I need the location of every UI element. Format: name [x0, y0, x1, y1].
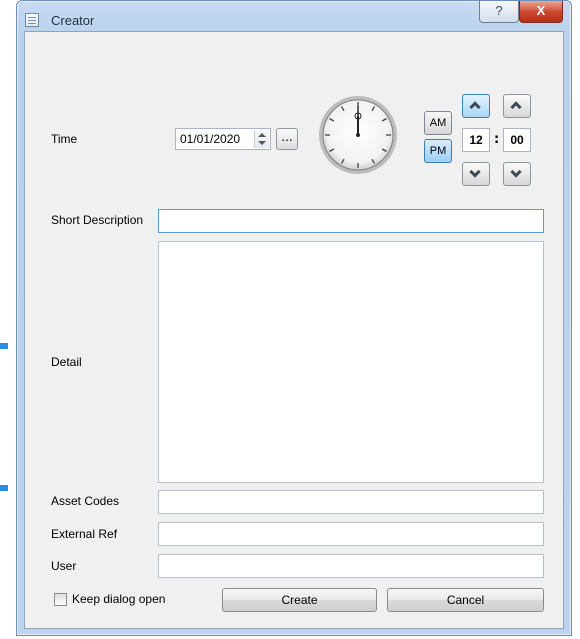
help-button[interactable]: ?: [479, 1, 519, 23]
pm-button[interactable]: PM: [424, 139, 452, 163]
background-marker-top: [0, 343, 8, 349]
external-ref-input[interactable]: [158, 522, 544, 546]
detail-label: Detail: [51, 355, 82, 369]
hour-up-button[interactable]: [462, 94, 490, 118]
minute-field[interactable]: 00: [503, 128, 531, 152]
minute-up-button[interactable]: [503, 94, 531, 118]
asset-codes-label: Asset Codes: [51, 494, 120, 508]
time-separator: :: [494, 132, 500, 147]
chevron-up-icon: [469, 101, 481, 113]
date-picker-button[interactable]: ...: [276, 128, 298, 150]
chevron-down-icon: [469, 166, 481, 178]
window-title: Creator: [51, 13, 95, 28]
keep-dialog-open-label[interactable]: Keep dialog open: [72, 592, 165, 606]
asset-codes-input[interactable]: [158, 490, 544, 514]
spin-down-arrow[interactable]: [258, 141, 266, 145]
short-description-input[interactable]: [158, 209, 544, 233]
window-icon: [25, 13, 39, 27]
user-input[interactable]: [158, 554, 544, 578]
short-description-label: Short Description: [51, 213, 144, 227]
hour-field[interactable]: 12: [462, 128, 490, 152]
chevron-down-icon: [510, 166, 522, 178]
calendar-spin-icon[interactable]: [254, 130, 269, 148]
spin-up-arrow[interactable]: [258, 133, 266, 137]
close-button[interactable]: X: [519, 1, 563, 23]
date-field[interactable]: 01/01/2020: [175, 128, 271, 150]
chevron-up-icon: [510, 101, 522, 113]
user-label: User: [51, 559, 77, 573]
clock-icon: [319, 96, 397, 174]
time-label: Time: [51, 132, 78, 146]
background-marker-bottom: [0, 485, 8, 491]
creator-dialog: Creator ? X Time 01/01/2020 ... AM PM 12…: [16, 0, 572, 636]
cancel-button[interactable]: Cancel: [387, 588, 544, 612]
am-button[interactable]: AM: [424, 111, 452, 135]
hour-down-button[interactable]: [462, 162, 490, 186]
detail-textarea[interactable]: [158, 241, 544, 483]
create-button[interactable]: Create: [222, 588, 377, 612]
dialog-body: Time 01/01/2020 ... AM PM 12: 00 Short …: [24, 31, 564, 629]
keep-dialog-open-checkbox[interactable]: [54, 593, 67, 606]
date-value: 01/01/2020: [180, 132, 241, 146]
minute-down-button[interactable]: [503, 162, 531, 186]
external-ref-label: External Ref: [51, 527, 118, 541]
